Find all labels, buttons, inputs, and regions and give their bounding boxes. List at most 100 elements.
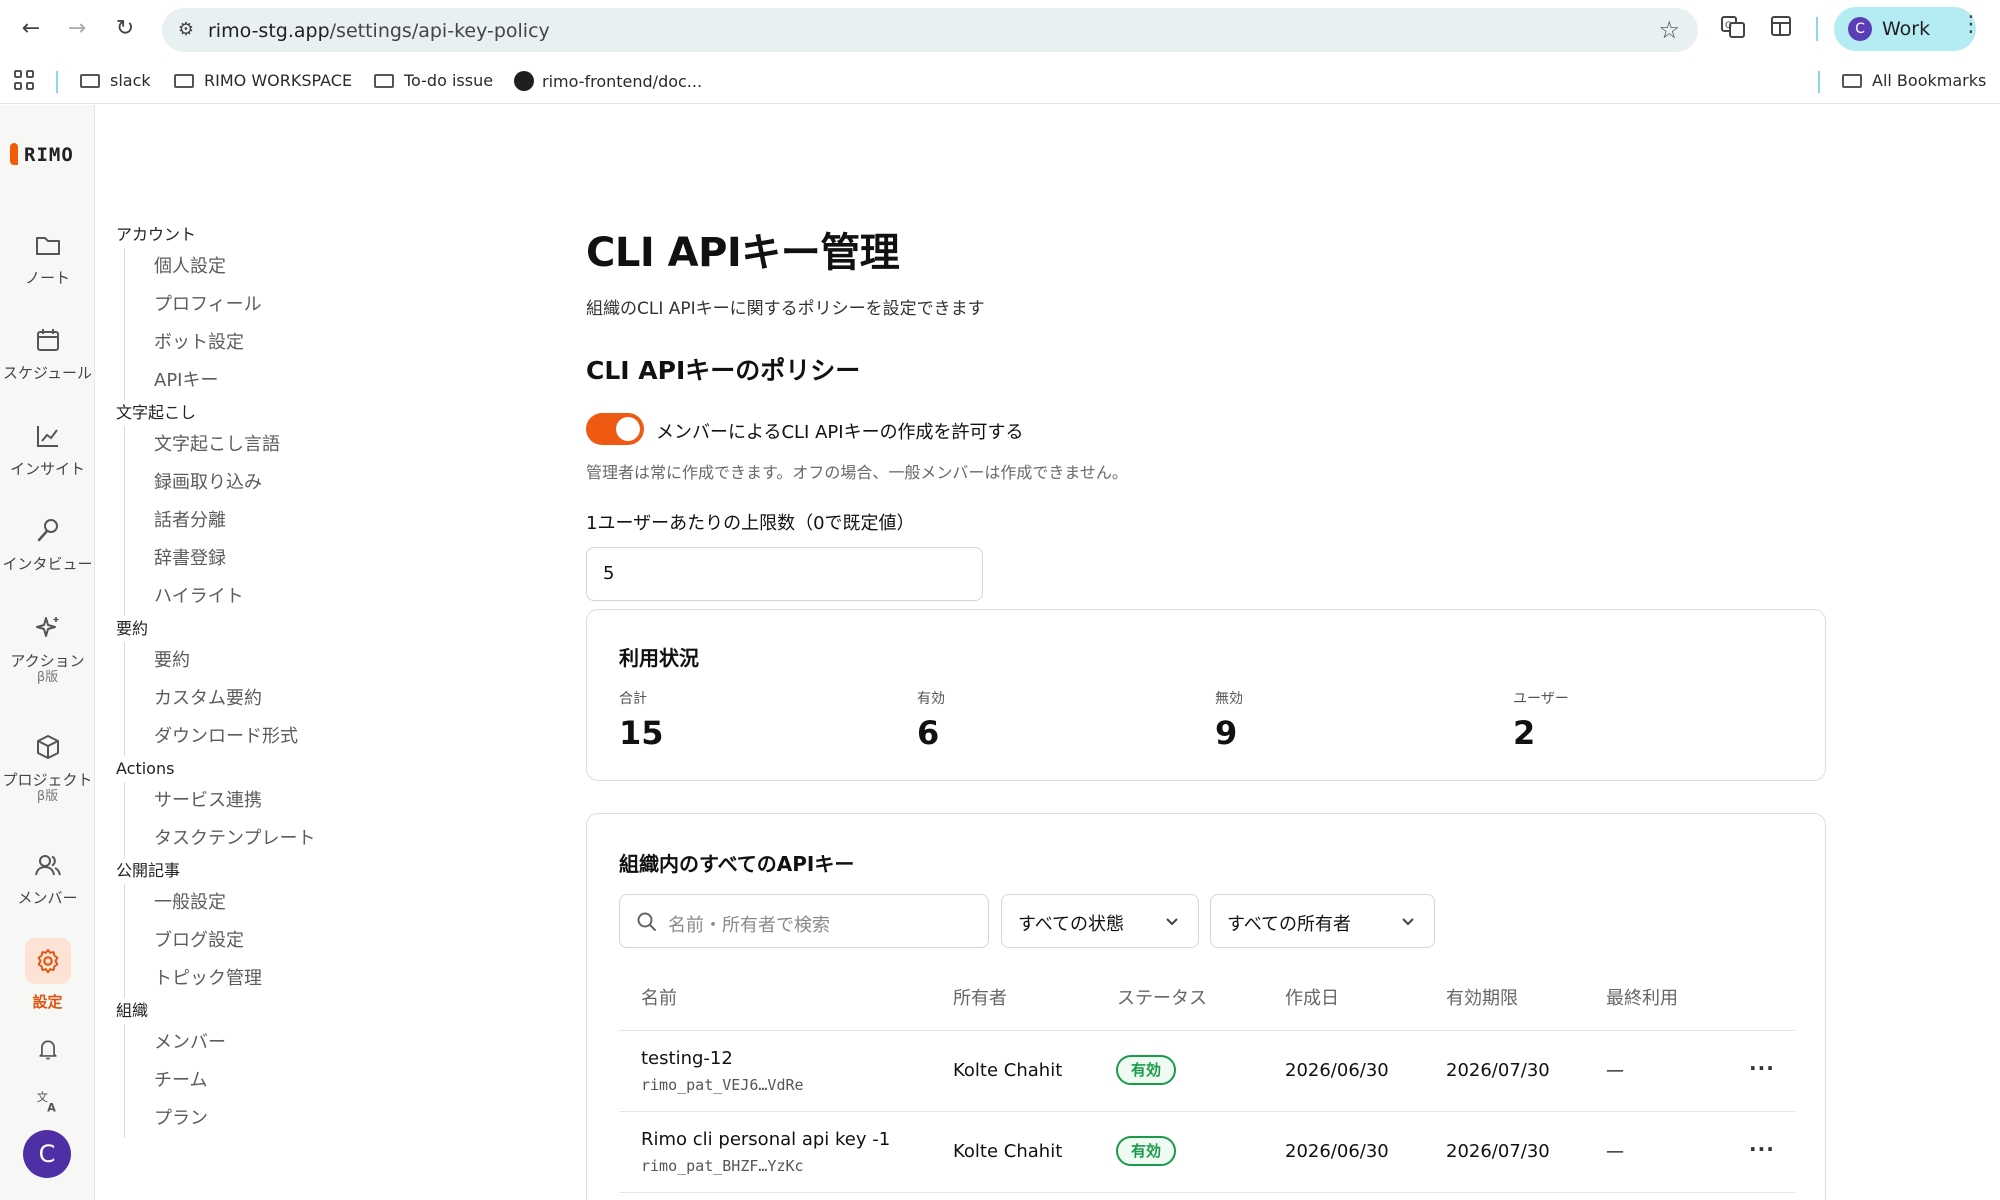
stat-label: 合計: [619, 691, 647, 707]
status-filter-select[interactable]: すべての状態: [1001, 894, 1199, 948]
nav-item-general[interactable]: 一般設定: [124, 884, 416, 922]
nav-item-transcription-language[interactable]: 文字起こし言語: [124, 426, 416, 464]
status-badge: 有効: [1116, 1136, 1176, 1166]
folder-icon: [374, 74, 394, 88]
nav-item-blog[interactable]: ブログ設定: [124, 922, 416, 960]
bell-icon: [38, 1040, 57, 1060]
address-bar[interactable]: ⚙ rimo-stg.app/settings/api-key-policy ☆: [162, 8, 1698, 52]
nav-item-profile[interactable]: プロフィール: [124, 286, 416, 324]
nav-item-plan[interactable]: プラン: [124, 1100, 416, 1138]
nav-item-api-key[interactable]: APIキー: [124, 362, 416, 400]
nav-item-speaker-separation[interactable]: 話者分離: [124, 502, 416, 540]
key-last-used: —: [1606, 1141, 1624, 1162]
site-settings-icon[interactable]: ⚙: [174, 18, 198, 42]
status-badge: 有効: [1116, 1055, 1176, 1085]
nav-item-integrations[interactable]: サービス連携: [124, 782, 416, 820]
gear-icon: [37, 948, 58, 974]
forward-arrow-icon[interactable]: →: [62, 14, 92, 44]
bookmark-all[interactable]: All Bookmarks: [1842, 71, 1986, 90]
per-user-limit-input[interactable]: 5: [586, 547, 983, 601]
back-arrow-icon[interactable]: ←: [16, 14, 46, 44]
column-header-created[interactable]: 作成日: [1285, 984, 1339, 1010]
bookmarks-bar: slack RIMO WORKSPACE To-do issue rimo-fr…: [0, 58, 2000, 104]
rimo-logo[interactable]: RIMO: [10, 143, 74, 166]
rail-item-notes[interactable]: ノート: [0, 230, 95, 287]
row-menu-icon[interactable]: ···: [1749, 1056, 1775, 1080]
row-menu-icon[interactable]: ···: [1749, 1137, 1775, 1161]
key-name: testing-12: [641, 1048, 733, 1069]
profile-chip[interactable]: C Work: [1834, 7, 1976, 51]
user-avatar[interactable]: C: [23, 1130, 71, 1178]
reload-icon[interactable]: ↻: [110, 14, 140, 44]
rail-item-settings[interactable]: 設定: [0, 938, 95, 1011]
settings-nav: アカウント 個人設定 プロフィール ボット設定 APIキー 文字起こし 文字起こ…: [116, 222, 416, 1138]
key-id: rimo_pat_VEJ6…VdRe: [641, 1076, 804, 1094]
rail-item-interview[interactable]: インタビュー: [0, 516, 95, 573]
apps-grid-icon[interactable]: [14, 70, 36, 92]
search-placeholder: 名前・所有者で検索: [668, 915, 830, 936]
column-header-expires[interactable]: 有効期限: [1446, 984, 1518, 1010]
bookmark-rimo-frontend[interactable]: rimo-frontend/doc...: [514, 71, 702, 91]
nav-item-highlight[interactable]: ハイライト: [124, 578, 416, 616]
rail-label: プロジェクト: [2, 771, 93, 789]
rail-item-project[interactable]: プロジェクト β版: [0, 732, 95, 804]
rail-label: スケジュール: [3, 364, 92, 382]
nav-item-members[interactable]: メンバー: [124, 1024, 416, 1062]
key-created: 2026/06/30: [1285, 1141, 1389, 1162]
search-input[interactable]: 名前・所有者で検索: [619, 894, 989, 948]
stat-label: 無効: [1215, 691, 1243, 707]
bookmark-star-icon[interactable]: ☆: [1658, 16, 1680, 44]
key-name: Rimo cli personal api key -1: [641, 1129, 891, 1150]
policy-heading: CLI APIキーのポリシー: [586, 356, 861, 385]
calendar-icon: [36, 329, 59, 351]
svg-text:G: G: [1725, 21, 1732, 31]
rail-item-schedule[interactable]: スケジュール: [0, 325, 95, 382]
translate-icon[interactable]: G: [1718, 14, 1748, 44]
nav-item-teams[interactable]: チーム: [124, 1062, 416, 1100]
nav-item-task-templates[interactable]: タスクテンプレート: [124, 820, 416, 858]
column-header-owner[interactable]: 所有者: [953, 984, 1007, 1010]
rail-item-members[interactable]: メンバー: [0, 850, 95, 907]
rail-item-action[interactable]: アクション β版: [0, 613, 95, 685]
logo-mark-icon: [10, 143, 18, 165]
url-text[interactable]: rimo-stg.app/settings/api-key-policy: [208, 20, 550, 42]
nav-item-topics[interactable]: トピック管理: [124, 960, 416, 998]
side-panel-icon[interactable]: [1766, 14, 1796, 44]
profile-avatar: C: [1848, 17, 1872, 41]
bookmark-slack[interactable]: slack: [80, 71, 151, 90]
column-header-name[interactable]: 名前: [641, 984, 677, 1010]
nav-item-recording-import[interactable]: 録画取り込み: [124, 464, 416, 502]
browser-menu-icon[interactable]: ⋮: [1960, 12, 1982, 37]
rail-item-insight[interactable]: インサイト: [0, 421, 95, 478]
bookmark-todo-issue[interactable]: To-do issue: [374, 71, 493, 90]
nav-item-download-format[interactable]: ダウンロード形式: [124, 718, 416, 756]
nav-item-bot[interactable]: ボット設定: [124, 324, 416, 362]
table-divider: [619, 1192, 1795, 1193]
key-expires: 2026/07/30: [1446, 1141, 1550, 1162]
stat-total: 合計 15: [619, 688, 664, 752]
table-divider: [619, 1030, 1795, 1031]
main-content: CLI APIキー管理 組織のCLI APIキーに関するポリシーを設定できます …: [586, 220, 1826, 601]
nav-item-summary[interactable]: 要約: [124, 642, 416, 680]
nav-item-custom-summary[interactable]: カスタム要約: [124, 680, 416, 718]
column-header-status[interactable]: ステータス: [1117, 984, 1207, 1010]
chevron-down-icon: [1166, 918, 1178, 926]
bookmark-divider: [1818, 71, 1820, 93]
sparkle-icon: [35, 617, 58, 637]
browser-toolbar: ← → ↻ ⚙ rimo-stg.app/settings/api-key-po…: [0, 0, 2000, 58]
owner-filter-value: すべての所有者: [1227, 914, 1352, 935]
column-header-last-used[interactable]: 最終利用: [1606, 984, 1678, 1010]
github-icon: [514, 71, 534, 91]
allow-create-toggle[interactable]: [586, 413, 644, 445]
key-created: 2026/06/30: [1285, 1060, 1389, 1081]
language-button[interactable]: 文A: [0, 1088, 95, 1114]
bookmark-rimo-workspace[interactable]: RIMO WORKSPACE: [174, 71, 352, 90]
nav-item-dictionary[interactable]: 辞書登録: [124, 540, 416, 578]
api-keys-card: 組織内のすべてのAPIキー 名前・所有者で検索 すべての状態 すべての所有者 名…: [586, 813, 1826, 1200]
notifications-button[interactable]: [0, 1036, 95, 1062]
owner-filter-select[interactable]: すべての所有者: [1210, 894, 1435, 948]
rail-beta-label: β版: [36, 670, 59, 685]
usage-heading: 利用状況: [619, 646, 699, 670]
nav-item-personal[interactable]: 個人設定: [124, 248, 416, 286]
svg-text:A: A: [47, 1101, 56, 1114]
